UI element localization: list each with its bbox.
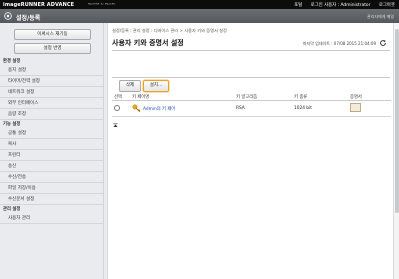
column-header-key-type: 키 종류 — [292, 93, 348, 101]
sidebar-item-user-management[interactable]: 사용자 관리 — [0, 213, 103, 224]
toolbar-divider — [112, 77, 390, 78]
install-button[interactable]: 설치... — [143, 80, 169, 92]
title-divider — [112, 50, 390, 51]
sidebar-item-copy[interactable]: 복사 — [0, 139, 103, 150]
key-algorithm-cell: RSA — [234, 100, 292, 117]
delete-button[interactable]: 삭제 — [119, 80, 141, 92]
sidebar-section-environment: 환경 설정 — [3, 59, 21, 64]
sidebar-item-send[interactable]: 송신 — [0, 161, 103, 172]
key-certificate-table: 선택 키 페어명 키 알고리즘 키 종류 증명서 Admin의 키 페어 RSA… — [112, 93, 391, 117]
sidebar-section-function: 기능 설정 — [3, 122, 21, 127]
table-row: Admin의 키 페어 RSA 1024 bit — [112, 100, 391, 117]
logout-link[interactable]: 로그아웃 — [379, 3, 395, 8]
sidebar-item-receive-forward[interactable]: 수신/전송 — [0, 172, 103, 183]
column-header-certificate: 증명서 — [348, 93, 391, 101]
vertical-scrollbar[interactable] — [393, 23, 399, 279]
sidebar-item-timer-power[interactable]: 타이머/전력 설정 — [0, 76, 103, 87]
apply-settings-button[interactable]: 설정 반영 — [14, 43, 91, 54]
sidebar-item-volume[interactable]: 음량 조정 — [0, 109, 103, 120]
key-icon — [132, 104, 141, 113]
sidebar-item-common[interactable]: 공통 설정 — [0, 128, 103, 139]
login-user-label: 로그인 사용자 : Administrator — [310, 3, 371, 8]
sidebar-item-external-interface[interactable]: 외부 인터페이스 — [0, 98, 103, 109]
certificate-icon[interactable] — [350, 103, 361, 112]
sidebar: 이써시스 재기동 설정 반영 환경 설정 용지 설정 타이머/전력 설정 네트워… — [0, 23, 104, 279]
sidebar-item-paper[interactable]: 용지 설정 — [0, 65, 103, 76]
column-header-algorithm: 키 알고리즘 — [234, 93, 292, 101]
last-updated: 마지막 업데이트 : 07/08 2015 21:04:09 — [302, 41, 376, 46]
sidebar-item-network[interactable]: 네트워크 설정 — [0, 87, 103, 98]
sidebar-section-management: 관리 설정 — [3, 207, 21, 212]
page-section-title: 설정/등록 — [16, 14, 41, 22]
device-name: ᴹᴬᶜᴴᴵᴺᴱ ᴵᴰ ᴹᴬˢᴷᴱᴰ — [88, 2, 116, 7]
page-title: 사용자 키와 증명서 설정 — [112, 39, 184, 47]
sidebar-item-store-access-files[interactable]: 파일 저장/이용 — [0, 183, 103, 194]
top-links: 포털 로그인 사용자 : Administrator 로그아웃 — [287, 2, 395, 8]
key-pair-name-link[interactable]: Admin의 키 페어 — [143, 107, 175, 112]
column-header-select: 선택 — [112, 93, 130, 101]
sidebar-item-received-doc[interactable]: 수신문서 설정 — [0, 194, 103, 205]
scrollbar-thumb[interactable] — [395, 29, 399, 213]
product-name: imageRUNNER ADVANCE — [3, 2, 75, 8]
mail-admin-link[interactable]: 관리자에게 메일 — [367, 14, 394, 20]
sidebar-item-printer[interactable]: 프린터 — [0, 150, 103, 161]
column-header-key-name: 키 페어명 — [130, 93, 234, 101]
top-bar: imageRUNNER ADVANCE ᴹᴬᶜᴴᴵᴺᴱ ᴵᴰ ᴹᴬˢᴷᴱᴰ 포털… — [0, 0, 399, 9]
main-panel: 설정/등록 : 관리 설정 : 디바이스 관리 > 사용자 키와 증명서 설정 … — [107, 23, 394, 279]
restart-device-button[interactable]: 이써시스 재기동 — [14, 29, 91, 40]
title-bar: 설정/등록 관리자에게 메일 — [0, 9, 399, 23]
key-type-cell: 1024 bit — [292, 100, 348, 117]
refresh-icon[interactable] — [379, 39, 387, 47]
breadcrumb: 설정/등록 : 관리 설정 : 디바이스 관리 > 사용자 키와 증명서 설정 — [112, 28, 227, 33]
back-to-top-icon[interactable] — [113, 123, 118, 128]
portal-link[interactable]: 포털 — [294, 3, 302, 8]
select-radio[interactable] — [114, 104, 120, 111]
table-header-row: 선택 키 페어명 키 알고리즘 키 종류 증명서 — [112, 93, 391, 101]
settings-home-icon[interactable] — [4, 12, 12, 20]
